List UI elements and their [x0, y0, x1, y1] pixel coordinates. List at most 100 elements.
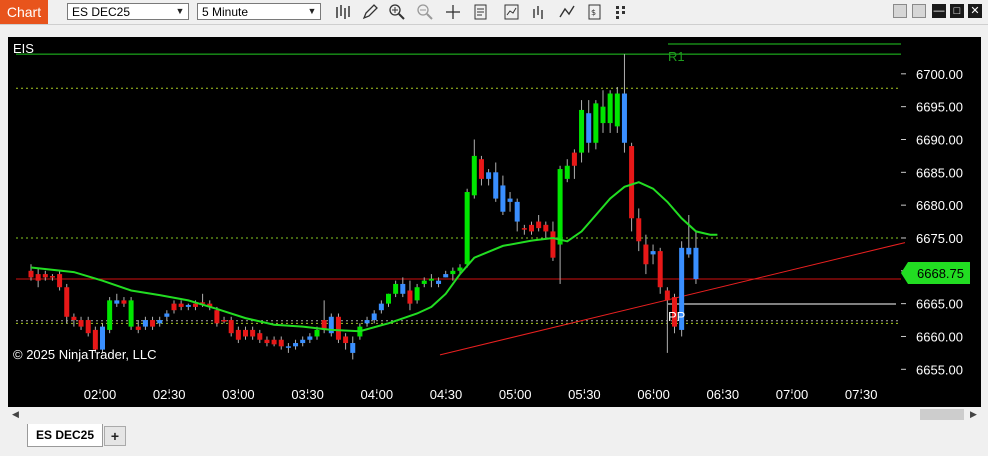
y-axis-tick-label: 6695.00 — [916, 100, 963, 115]
candle-body — [664, 290, 670, 301]
window-button-1[interactable] — [893, 4, 907, 18]
candle-body — [414, 287, 420, 301]
indicators-icon[interactable] — [529, 3, 549, 21]
candle-body — [164, 313, 170, 317]
interval-selector[interactable]: 5 Minute ▼ — [197, 3, 321, 20]
candle-body — [221, 320, 227, 322]
draw-pencil-icon[interactable] — [360, 3, 380, 21]
candle-body — [464, 192, 470, 265]
candle-body — [579, 109, 585, 153]
candle-body — [71, 316, 77, 321]
candle-body — [400, 283, 406, 294]
interval-value: 5 Minute — [202, 5, 249, 19]
candle-body — [28, 270, 34, 278]
candle-body — [529, 224, 534, 232]
current-price-badge: 6668.75 — [901, 262, 970, 284]
candle-body — [614, 93, 620, 127]
x-axis-tick-label: 04:00 — [361, 387, 394, 402]
y-axis-tick-label: 6655.00 — [916, 362, 963, 377]
candle-body — [264, 339, 270, 344]
window-button-2[interactable] — [912, 4, 926, 18]
candle-body — [135, 326, 141, 330]
svg-text:$: $ — [591, 8, 596, 17]
candle-body — [650, 251, 656, 255]
scroll-thumb[interactable] — [920, 409, 964, 420]
pivot-r1-label: R1 — [668, 49, 685, 64]
x-axis-tick-label: 06:30 — [707, 387, 740, 402]
candle-body — [514, 201, 520, 222]
candle-body — [235, 329, 241, 340]
candle-body — [621, 93, 627, 143]
x-axis-tick-label: 05:30 — [568, 387, 601, 402]
candle-body — [636, 218, 642, 242]
candle-body — [121, 300, 127, 304]
more-icon[interactable] — [612, 3, 632, 21]
candle-body — [407, 290, 413, 304]
candle-body — [493, 172, 499, 199]
scroll-right-icon[interactable]: ▶ — [966, 407, 981, 422]
candle-body — [364, 320, 370, 324]
candle-body — [257, 333, 263, 340]
y-axis-tick-label: 6685.00 — [916, 165, 963, 180]
chart-window-label: Chart — [0, 0, 48, 24]
x-axis-tick-label: 04:30 — [430, 387, 463, 402]
bars-type-icon[interactable] — [333, 3, 353, 21]
candle-body — [343, 336, 349, 344]
current-price-value: 6668.75 — [917, 266, 964, 281]
candle-body — [278, 339, 284, 347]
candle-body — [693, 247, 699, 280]
chart-canvas[interactable]: 6655.006660.006665.006670.006675.006680.… — [8, 37, 981, 407]
horizontal-scrollbar[interactable]: ◀ ▶ — [8, 407, 981, 422]
instrument-value: ES DEC25 — [72, 5, 131, 19]
candle-body — [78, 320, 84, 327]
properties-icon[interactable] — [471, 3, 491, 21]
candle-body — [471, 155, 477, 196]
candle-body — [35, 274, 41, 281]
candle-body — [657, 251, 663, 288]
crosshair-icon[interactable] — [443, 3, 463, 21]
candle-body — [114, 300, 120, 304]
candle-body — [150, 320, 156, 327]
candle-body — [457, 267, 463, 271]
candle-body — [557, 169, 563, 245]
instrument-selector[interactable]: ES DEC25 ▼ — [67, 3, 189, 20]
zoom-out-icon[interactable] — [415, 3, 435, 21]
candle-body — [571, 152, 577, 166]
zoom-in-icon[interactable] — [387, 3, 407, 21]
y-axis-tick-label: 6690.00 — [916, 132, 963, 147]
candle-body — [85, 320, 91, 334]
y-axis-tick-label: 6680.00 — [916, 198, 963, 213]
add-tab-button[interactable]: + — [104, 426, 126, 446]
data-box-icon[interactable]: $ — [585, 3, 605, 21]
strategies-icon[interactable] — [502, 3, 522, 21]
y-axis-tick-label: 6665.00 — [916, 297, 963, 312]
candle-body — [564, 165, 570, 179]
scroll-left-icon[interactable]: ◀ — [8, 407, 23, 422]
candle-body — [593, 103, 599, 143]
candle-body — [550, 231, 556, 258]
x-axis-tick-label: 03:30 — [291, 387, 324, 402]
price-chart[interactable]: 6655.006660.006665.006670.006675.006680.… — [8, 37, 981, 407]
candle-body — [629, 146, 635, 219]
candle-body — [371, 313, 377, 321]
candle-body — [600, 106, 606, 124]
chart-tabs-bar: ES DEC25 + — [0, 422, 988, 456]
drawing-tools-icon[interactable] — [557, 3, 577, 21]
maximize-button[interactable]: □ — [950, 4, 964, 18]
candle-body — [142, 320, 148, 327]
close-button[interactable]: ✕ — [968, 4, 982, 18]
chart-toolbar: Chart ES DEC25 ▼ 5 Minute ▼ $ — □ ✕ — [0, 0, 988, 25]
candle-body — [192, 303, 198, 307]
minimize-button[interactable]: — — [932, 4, 946, 18]
candle-body — [536, 221, 542, 229]
candle-body — [171, 303, 177, 311]
x-axis-tick-label: 02:30 — [153, 387, 186, 402]
candle-body — [307, 336, 313, 340]
candle-body — [250, 329, 256, 337]
candle-body — [300, 339, 306, 344]
candle-body — [428, 278, 434, 281]
chevron-down-icon: ▼ — [307, 6, 317, 16]
x-axis-tick-label: 06:00 — [637, 387, 670, 402]
candle-body — [228, 320, 234, 334]
tab-es-dec25[interactable]: ES DEC25 — [27, 424, 104, 447]
